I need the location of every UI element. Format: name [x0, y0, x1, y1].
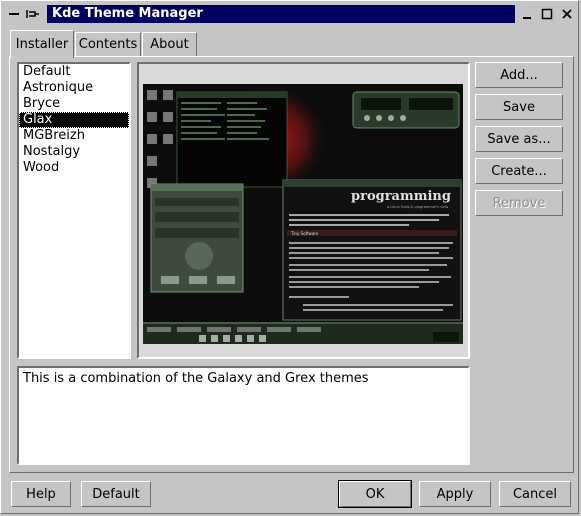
theme-preview-frame: programming a Linux Tools & programmer's… [137, 62, 470, 359]
close-icon[interactable] [559, 6, 575, 22]
tab-installer[interactable]: Installer [10, 30, 74, 58]
theme-manager-window: Kde Theme Manager Installer Contents Abo… [0, 0, 579, 514]
theme-list-item[interactable]: Nostalgy [19, 144, 129, 160]
tab-about[interactable]: About [142, 32, 197, 56]
apply-button[interactable]: Apply [419, 481, 491, 507]
preview-banner: programming [351, 189, 451, 204]
theme-list-item[interactable]: Default [19, 64, 129, 80]
preview-window-title: Tiny Software [290, 231, 319, 236]
default-button[interactable]: Default [81, 481, 151, 507]
theme-list-item[interactable]: MGBreizh [19, 128, 129, 144]
tab-contents[interactable]: Contents [75, 32, 141, 56]
cancel-button[interactable]: Cancel [499, 481, 571, 507]
save-button[interactable]: Save [475, 94, 563, 120]
ok-button[interactable]: OK [338, 480, 412, 508]
help-button[interactable]: Help [11, 481, 71, 507]
window-menu-icon[interactable] [7, 6, 45, 22]
create-button[interactable]: Create... [475, 158, 563, 184]
window-title: Kde Theme Manager [47, 5, 515, 23]
theme-description: This is a combination of the Galaxy and … [23, 371, 369, 386]
preview-subtitle: a Linux Tools & programmer's view [387, 205, 448, 209]
theme-list-item-selected[interactable]: Glax [19, 112, 129, 128]
add-button[interactable]: Add... [475, 62, 563, 88]
remove-button[interactable]: Remove [475, 190, 563, 216]
theme-preview-image: programming a Linux Tools & programmer's… [143, 84, 463, 344]
minimize-icon[interactable] [519, 6, 535, 22]
title-bar[interactable]: Kde Theme Manager [3, 3, 578, 25]
maximize-icon[interactable] [539, 6, 555, 22]
save-as-button[interactable]: Save as... [475, 126, 563, 152]
theme-list-item[interactable]: Astronique [19, 80, 129, 96]
theme-list-item[interactable]: Bryce [19, 96, 129, 112]
theme-description-box: This is a combination of the Galaxy and … [17, 366, 470, 465]
theme-list[interactable]: Default Astronique Bryce Glax MGBreizh N… [17, 62, 131, 359]
theme-list-item[interactable]: Wood [19, 160, 129, 176]
